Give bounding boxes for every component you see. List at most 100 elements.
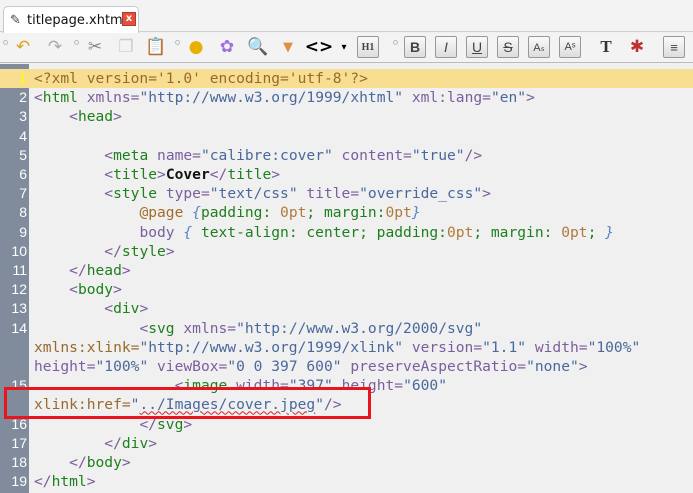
align-icon[interactable]: ≡: [663, 36, 685, 58]
code-text: <?xml version='1.0' encoding='utf-8'?>: [34, 69, 368, 88]
code-token: "override_css": [359, 185, 483, 203]
code-token: viewBox=: [148, 358, 228, 375]
strikethrough-icon[interactable]: S: [497, 36, 519, 58]
code-token: >: [121, 454, 131, 471]
code-token: body: [86, 454, 122, 471]
code-token: padding:: [200, 204, 281, 222]
code-token: >: [482, 185, 491, 203]
code-token: >: [113, 281, 122, 299]
code-token: "calibre:cover": [200, 146, 333, 164]
underline-icon[interactable]: U: [466, 36, 488, 58]
code-token: <: [104, 300, 114, 318]
code-token: >: [121, 262, 131, 279]
copy-icon[interactable]: ❐: [115, 36, 137, 58]
code-token: >: [271, 166, 281, 183]
tab-bar: ✎ titlepage.xhtml x: [0, 0, 693, 33]
code-text: @page {padding: 0pt; margin:0pt}: [34, 203, 420, 222]
code-line[interactable]: 10 </style>: [0, 242, 693, 261]
paint-icon[interactable]: ✱: [626, 36, 648, 58]
line-number: 4: [19, 127, 27, 144]
code-text: <title>Cover</title>: [34, 165, 280, 184]
code-line[interactable]: 2 <html xmlns="http://www.w3.org/1999/xht…: [0, 88, 693, 107]
text-color-icon[interactable]: T: [595, 36, 617, 58]
undo-icon[interactable]: ↶: [12, 36, 34, 58]
html-check-icon[interactable]: ●: [185, 36, 207, 58]
code-token: 0pt: [446, 223, 474, 241]
paste-icon[interactable]: 📋: [145, 36, 167, 58]
insert-image-icon[interactable]: ▼: [277, 36, 299, 58]
code-line[interactable]: 14 <svg xmlns="http://www.w3.org/2000/sv…: [0, 319, 693, 338]
code-token: />: [464, 146, 483, 164]
code-token: <: [104, 146, 114, 164]
code-line[interactable]: 13 <div>: [0, 299, 693, 318]
line-number: 7: [19, 185, 27, 202]
toolbar-separator: [3, 40, 8, 45]
flower-icon[interactable]: ✿: [216, 36, 238, 58]
code-line[interactable]: 11 </head>: [0, 261, 693, 280]
code-line[interactable]: height="100%" viewBox="0 0 397 600" pres…: [0, 357, 693, 376]
code-line[interactable]: 5 <meta name="calibre:cover" content="tr…: [0, 146, 693, 165]
code-token: "true": [411, 146, 465, 164]
redo-icon[interactable]: ↷: [44, 36, 66, 58]
line-number: 3: [19, 108, 27, 125]
code-token: <: [104, 166, 114, 183]
code-token: >: [165, 242, 175, 260]
code-line[interactable]: 17 </div>: [0, 434, 693, 453]
line-number: 11: [12, 262, 27, 278]
code-text: <meta name="calibre:cover" content="true…: [34, 146, 482, 165]
tab-titlepage[interactable]: ✎ titlepage.xhtml x: [3, 6, 139, 33]
code-line[interactable]: 8 @page {padding: 0pt; margin:0pt}: [0, 203, 693, 222]
code-token: title=: [297, 185, 360, 203]
heading-icon[interactable]: H1: [357, 36, 379, 58]
code-token: >: [578, 358, 588, 375]
code-text: <div>: [34, 299, 148, 318]
code-token: html: [42, 89, 78, 107]
code-tag-icon[interactable]: <>: [305, 36, 334, 58]
code-line[interactable]: 7 <style type="text/css" title="override…: [0, 184, 693, 203]
code-line[interactable]: 4: [0, 127, 693, 146]
code-text: </style>: [34, 242, 175, 261]
line-number: 19: [11, 473, 27, 490]
subscript-icon[interactable]: Aₛ: [528, 36, 550, 58]
highlight-box: [4, 387, 371, 419]
toolbar: ↶ ↷ ✂ ❐ 📋 ● ✿ 🔍 ▼ <> ▾ H1 B I U S Aₛ Aˢ …: [0, 33, 693, 63]
bold-icon[interactable]: B: [404, 36, 426, 58]
code-token: "600": [403, 377, 448, 395]
code-text: </head>: [34, 261, 131, 280]
code-token: >: [157, 166, 166, 183]
code-token: >: [86, 473, 96, 491]
code-token: 0pt: [280, 204, 307, 222]
code-line[interactable]: 1 <?xml version='1.0' encoding='utf-8'?>: [0, 69, 693, 89]
toolbar-separator: [175, 40, 180, 45]
code-token: xmlns:xlink=: [34, 338, 140, 356]
code-line[interactable]: 9 body { text-align: center; padding:0pt…: [0, 223, 693, 242]
cut-icon[interactable]: ✂: [84, 36, 106, 58]
code-line[interactable]: 3 <head>: [0, 107, 693, 126]
tab-title: titlepage.xhtml: [27, 12, 127, 28]
code-line[interactable]: 19 </html>: [0, 472, 693, 491]
code-token: >: [148, 434, 158, 452]
italic-icon[interactable]: I: [435, 36, 457, 58]
line-number: 5: [19, 146, 27, 163]
chevron-down-icon[interactable]: ▾: [333, 36, 355, 58]
code-editor[interactable]: 1 <?xml version='1.0' encoding='utf-8'?> 2…: [0, 64, 693, 493]
code-token: ; margin:: [473, 223, 562, 241]
code-token: svg: [148, 319, 175, 337]
code-line[interactable]: xmlns:xlink="http://www.w3.org/1999/xlin…: [0, 338, 693, 357]
code-token: width=: [526, 338, 588, 356]
code-token: preserveAspectRatio=: [341, 358, 527, 375]
image-search-icon[interactable]: 🔍: [247, 36, 269, 58]
code-token: @page: [139, 204, 184, 222]
code-text: <html xmlns="http://www.w3.org/1999/xhtm…: [34, 88, 535, 107]
code-line[interactable]: 12 <body>: [0, 280, 693, 299]
close-tab-icon[interactable]: x: [122, 12, 136, 26]
code-line[interactable]: 6 <title>Cover</title>: [0, 165, 693, 184]
code-token: 0pt: [385, 204, 412, 222]
code-line[interactable]: 18 </body>: [0, 453, 693, 472]
superscript-icon[interactable]: Aˢ: [559, 36, 581, 58]
code-token: <: [34, 89, 43, 107]
line-number: 10: [11, 242, 27, 259]
